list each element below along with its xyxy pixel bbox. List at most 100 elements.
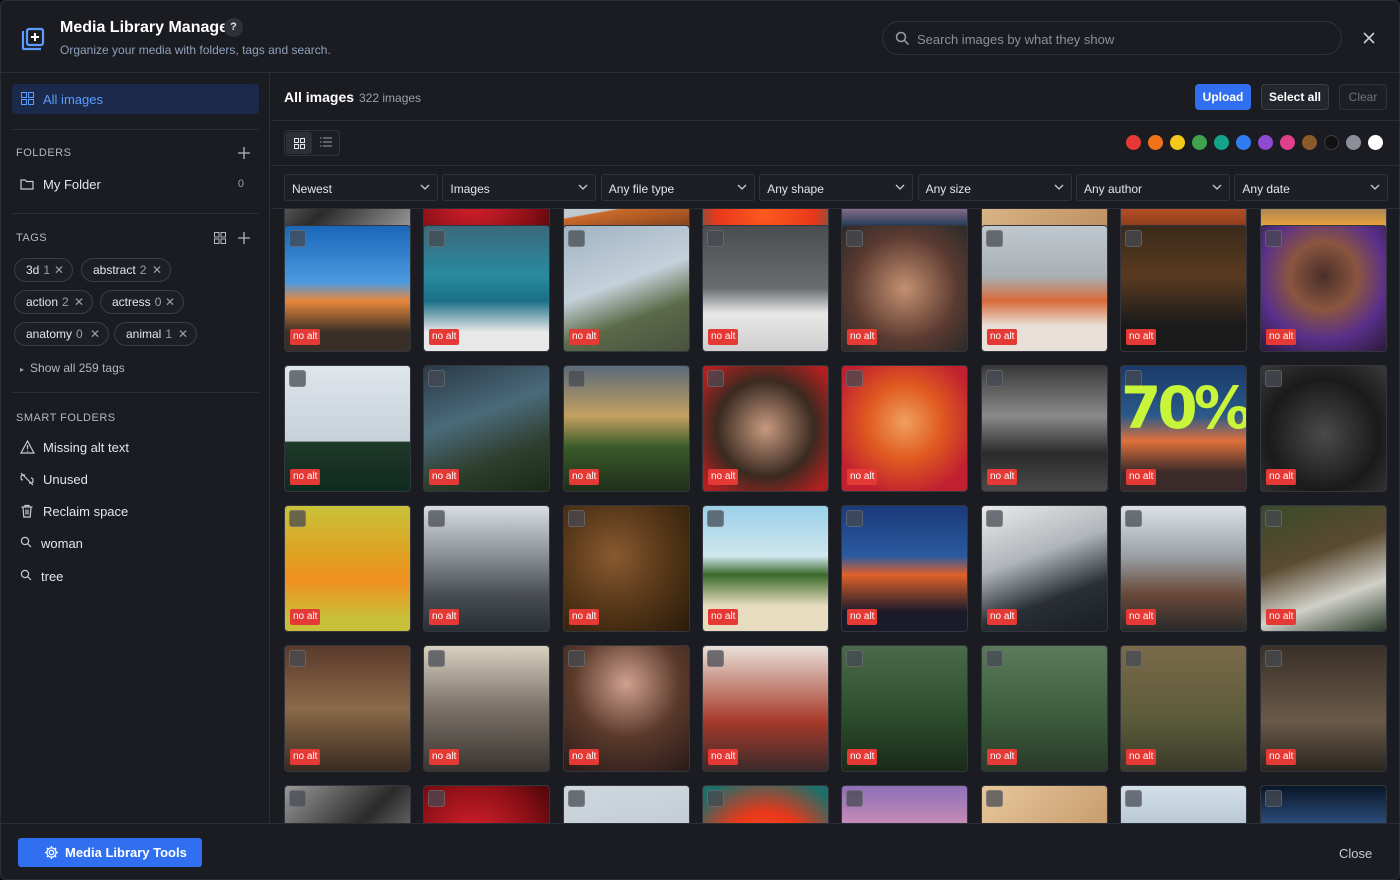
- image-tile[interactable]: no alt: [1260, 225, 1387, 352]
- select-checkbox[interactable]: [846, 510, 863, 527]
- tag-chip[interactable]: 3d 1 ✕: [14, 258, 73, 282]
- select-checkbox[interactable]: [568, 650, 585, 667]
- remove-tag-icon[interactable]: ✕: [178, 323, 188, 345]
- image-tile[interactable]: no alt: [1260, 645, 1387, 772]
- clear-button[interactable]: Clear: [1339, 84, 1387, 110]
- image-tile[interactable]: no alt: [563, 645, 690, 772]
- image-tile[interactable]: no alt: [563, 225, 690, 352]
- image-tile[interactable]: no alt: [423, 505, 550, 632]
- select-checkbox[interactable]: [428, 510, 445, 527]
- image-tile[interactable]: no alt: [284, 225, 411, 352]
- help-button[interactable]: ?: [224, 18, 243, 37]
- color-filter-swatch[interactable]: [1236, 135, 1251, 150]
- image-tile[interactable]: no alt: [1260, 505, 1387, 632]
- image-tile[interactable]: 70% no alt: [1120, 365, 1247, 492]
- color-filter-swatch[interactable]: [1258, 135, 1273, 150]
- image-tile[interactable]: no alt: [1120, 505, 1247, 632]
- remove-tag-icon[interactable]: ✕: [165, 291, 175, 313]
- date-select[interactable]: Any date: [1234, 174, 1389, 201]
- select-checkbox[interactable]: [568, 790, 585, 807]
- select-checkbox[interactable]: [707, 790, 724, 807]
- image-tile[interactable]: no alt: [1260, 365, 1387, 492]
- image-tile[interactable]: no alt: [981, 225, 1108, 352]
- tag-chip[interactable]: action 2 ✕: [14, 290, 93, 314]
- upload-button[interactable]: Upload: [1195, 84, 1251, 110]
- file-type-select[interactable]: Any file type: [600, 174, 755, 201]
- image-tile[interactable]: no alt: [841, 365, 968, 492]
- color-filter-swatch[interactable]: [1126, 135, 1141, 150]
- tag-chip[interactable]: abstract 2 ✕: [81, 258, 171, 282]
- color-filter-swatch[interactable]: [1214, 135, 1229, 150]
- select-checkbox[interactable]: [1125, 650, 1142, 667]
- image-tile[interactable]: [1260, 785, 1387, 823]
- smart-folder-missing-alt[interactable]: Missing alt text: [20, 438, 250, 458]
- add-folder-icon[interactable]: [238, 147, 250, 159]
- select-checkbox[interactable]: [428, 370, 445, 387]
- color-filter-swatch[interactable]: [1324, 135, 1339, 150]
- image-tile[interactable]: no alt: [284, 505, 411, 632]
- image-tile[interactable]: no alt: [702, 365, 829, 492]
- size-select[interactable]: Any size: [917, 174, 1072, 201]
- remove-tag-icon[interactable]: ✕: [90, 323, 100, 345]
- select-checkbox[interactable]: [568, 230, 585, 247]
- search-input[interactable]: [917, 30, 1327, 48]
- search-box[interactable]: [882, 21, 1342, 55]
- image-tile[interactable]: no alt: [981, 645, 1108, 772]
- image-tile[interactable]: no alt: [981, 505, 1108, 632]
- color-filter-swatch[interactable]: [1346, 135, 1361, 150]
- select-checkbox[interactable]: [1125, 230, 1142, 247]
- image-tile[interactable]: no alt: [284, 645, 411, 772]
- select-checkbox[interactable]: [1125, 790, 1142, 807]
- select-checkbox[interactable]: [428, 790, 445, 807]
- list-view-icon[interactable]: [320, 137, 332, 147]
- media-type-select[interactable]: Images: [442, 174, 597, 201]
- image-tile[interactable]: no alt: [1120, 645, 1247, 772]
- color-filter-swatch[interactable]: [1302, 135, 1317, 150]
- image-tile[interactable]: no alt: [563, 505, 690, 632]
- shape-select[interactable]: Any shape: [759, 174, 914, 201]
- select-checkbox[interactable]: [707, 510, 724, 527]
- select-checkbox[interactable]: [289, 230, 306, 247]
- color-filter-swatch[interactable]: [1148, 135, 1163, 150]
- select-checkbox[interactable]: [846, 230, 863, 247]
- select-checkbox[interactable]: [986, 650, 1003, 667]
- image-tile[interactable]: [981, 785, 1108, 823]
- select-checkbox[interactable]: [289, 650, 306, 667]
- add-tag-icon[interactable]: [238, 232, 250, 244]
- color-filter-swatch[interactable]: [1280, 135, 1295, 150]
- select-checkbox[interactable]: [289, 510, 306, 527]
- select-checkbox[interactable]: [428, 650, 445, 667]
- color-filter-swatch[interactable]: [1368, 135, 1383, 150]
- tag-grid-icon[interactable]: [214, 232, 226, 244]
- image-tile[interactable]: no alt: [423, 645, 550, 772]
- media-library-tools-button[interactable]: Media Library Tools: [18, 838, 202, 867]
- select-checkbox[interactable]: [846, 790, 863, 807]
- image-tile[interactable]: [563, 785, 690, 823]
- image-tile[interactable]: no alt: [702, 225, 829, 352]
- select-checkbox[interactable]: [1265, 650, 1282, 667]
- folder-item[interactable]: My Folder 0: [20, 176, 250, 194]
- image-tile[interactable]: [284, 785, 411, 823]
- select-checkbox[interactable]: [568, 370, 585, 387]
- author-select[interactable]: Any author: [1076, 174, 1230, 201]
- select-checkbox[interactable]: [1265, 370, 1282, 387]
- select-checkbox[interactable]: [986, 790, 1003, 807]
- image-tile[interactable]: [841, 785, 968, 823]
- remove-tag-icon[interactable]: ✕: [152, 259, 162, 281]
- select-checkbox[interactable]: [986, 230, 1003, 247]
- color-filter-swatch[interactable]: [1192, 135, 1207, 150]
- select-checkbox[interactable]: [707, 230, 724, 247]
- tag-chip[interactable]: anatomy 0 ✕: [14, 322, 109, 346]
- image-tile[interactable]: no alt: [702, 645, 829, 772]
- image-tile[interactable]: [1120, 785, 1247, 823]
- smart-folder-search-tree[interactable]: tree: [20, 567, 250, 587]
- select-checkbox[interactable]: [289, 370, 306, 387]
- select-all-button[interactable]: Select all: [1261, 84, 1329, 110]
- color-filter-swatch[interactable]: [1170, 135, 1185, 150]
- remove-tag-icon[interactable]: ✕: [74, 291, 84, 313]
- select-checkbox[interactable]: [707, 650, 724, 667]
- image-tile[interactable]: [702, 785, 829, 823]
- image-tile[interactable]: no alt: [702, 505, 829, 632]
- smart-folder-search-woman[interactable]: woman: [20, 534, 250, 554]
- image-tile[interactable]: no alt: [1120, 225, 1247, 352]
